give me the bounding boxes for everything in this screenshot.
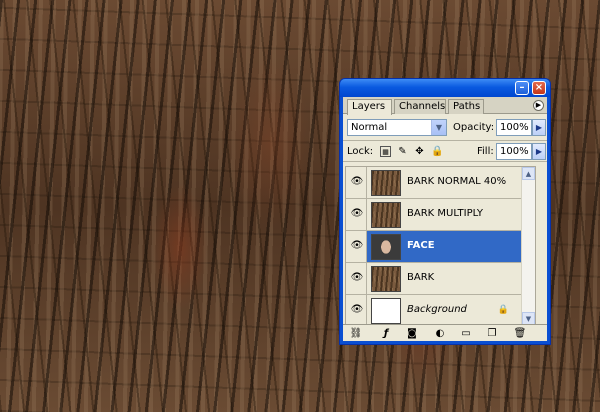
layer-thumbnail <box>371 202 401 228</box>
eye-icon[interactable]: 👁 <box>350 272 364 284</box>
layer-thumbnail <box>371 170 401 196</box>
eye-icon[interactable]: 👁 <box>350 304 364 316</box>
delete-layer-icon[interactable]: 🗑 <box>513 327 527 340</box>
layers-toolbar: ⛓ ƒ ◙ ◐ ▭ ❐ 🗑 <box>343 324 547 341</box>
layers-palette-window: – × Layers Channels Paths ▶ Normal ▼ Opa… <box>339 78 551 345</box>
layer-row[interactable]: 👁 Background 🔒 <box>346 295 535 327</box>
adjustment-layer-icon[interactable]: ◐ <box>433 327 447 340</box>
layer-name: Background <box>407 304 467 315</box>
lock-brush-icon[interactable]: ✎ <box>397 146 408 157</box>
new-layer-icon[interactable]: ❐ <box>485 327 499 340</box>
fill-field[interactable]: 100% <box>496 143 532 160</box>
layer-thumbnail <box>371 266 401 292</box>
lock-transparency-icon[interactable]: ▦ <box>380 146 391 157</box>
layers-list: 👁 BARK NORMAL 40% 👁 BARK MULTIPLY 👁 FACE… <box>345 166 536 327</box>
layer-name: BARK MULTIPLY <box>407 208 483 219</box>
opacity-label: Opacity: <box>453 122 495 133</box>
blend-mode-value: Normal <box>351 122 388 133</box>
layer-name: FACE <box>407 240 435 251</box>
layer-row[interactable]: 👁 BARK <box>346 263 535 295</box>
lock-row: Lock: ▦ ✎ ✥ 🔒 Fill: 100% ▶ <box>343 140 547 162</box>
palette-tabs: Layers Channels Paths ▶ <box>343 97 547 115</box>
tab-paths[interactable]: Paths <box>448 99 484 114</box>
fill-label: Fill: <box>477 146 494 157</box>
lock-all-icon[interactable]: 🔒 <box>431 146 443 157</box>
layer-name: BARK <box>407 272 435 283</box>
blend-mode-select[interactable]: Normal ▼ <box>347 119 447 136</box>
palette-menu-button[interactable]: ▶ <box>533 100 544 111</box>
layer-row[interactable]: 👁 BARK MULTIPLY <box>346 199 535 231</box>
layer-row-selected[interactable]: 👁 FACE <box>346 231 535 263</box>
eye-icon[interactable]: 👁 <box>350 208 364 220</box>
palette-client: Layers Channels Paths ▶ Normal ▼ Opacity… <box>343 97 547 341</box>
minimize-button[interactable]: – <box>515 81 529 95</box>
layer-row[interactable]: 👁 BARK NORMAL 40% <box>346 167 535 199</box>
opacity-slider-button[interactable]: ▶ <box>532 119 546 136</box>
layer-thumbnail <box>371 234 401 260</box>
lock-icon: 🔒 <box>497 305 509 315</box>
layer-name: BARK NORMAL 40% <box>407 176 507 187</box>
new-group-icon[interactable]: ▭ <box>459 327 473 340</box>
chevron-down-icon[interactable]: ▼ <box>431 120 446 135</box>
layer-style-icon[interactable]: ƒ <box>379 327 393 340</box>
fill-slider-button[interactable]: ▶ <box>532 143 546 160</box>
scroll-up-button[interactable]: ▲ <box>522 167 535 180</box>
lock-label: Lock: <box>347 146 374 157</box>
layer-mask-icon[interactable]: ◙ <box>405 327 419 340</box>
palette-titlebar[interactable]: – × <box>340 79 550 97</box>
layers-scrollbar[interactable]: ▲ ▼ <box>521 167 535 325</box>
layer-thumbnail <box>371 298 401 324</box>
blend-row: Normal ▼ Opacity: 100% ▶ <box>343 114 547 140</box>
link-layers-icon[interactable]: ⛓ <box>349 327 363 340</box>
close-button[interactable]: × <box>532 81 546 95</box>
tab-channels[interactable]: Channels <box>394 99 446 114</box>
tab-layers[interactable]: Layers <box>347 99 392 115</box>
eye-icon[interactable]: 👁 <box>350 240 364 252</box>
opacity-field[interactable]: 100% <box>496 119 532 136</box>
eye-icon[interactable]: 👁 <box>350 176 364 188</box>
lock-move-icon[interactable]: ✥ <box>414 146 425 157</box>
